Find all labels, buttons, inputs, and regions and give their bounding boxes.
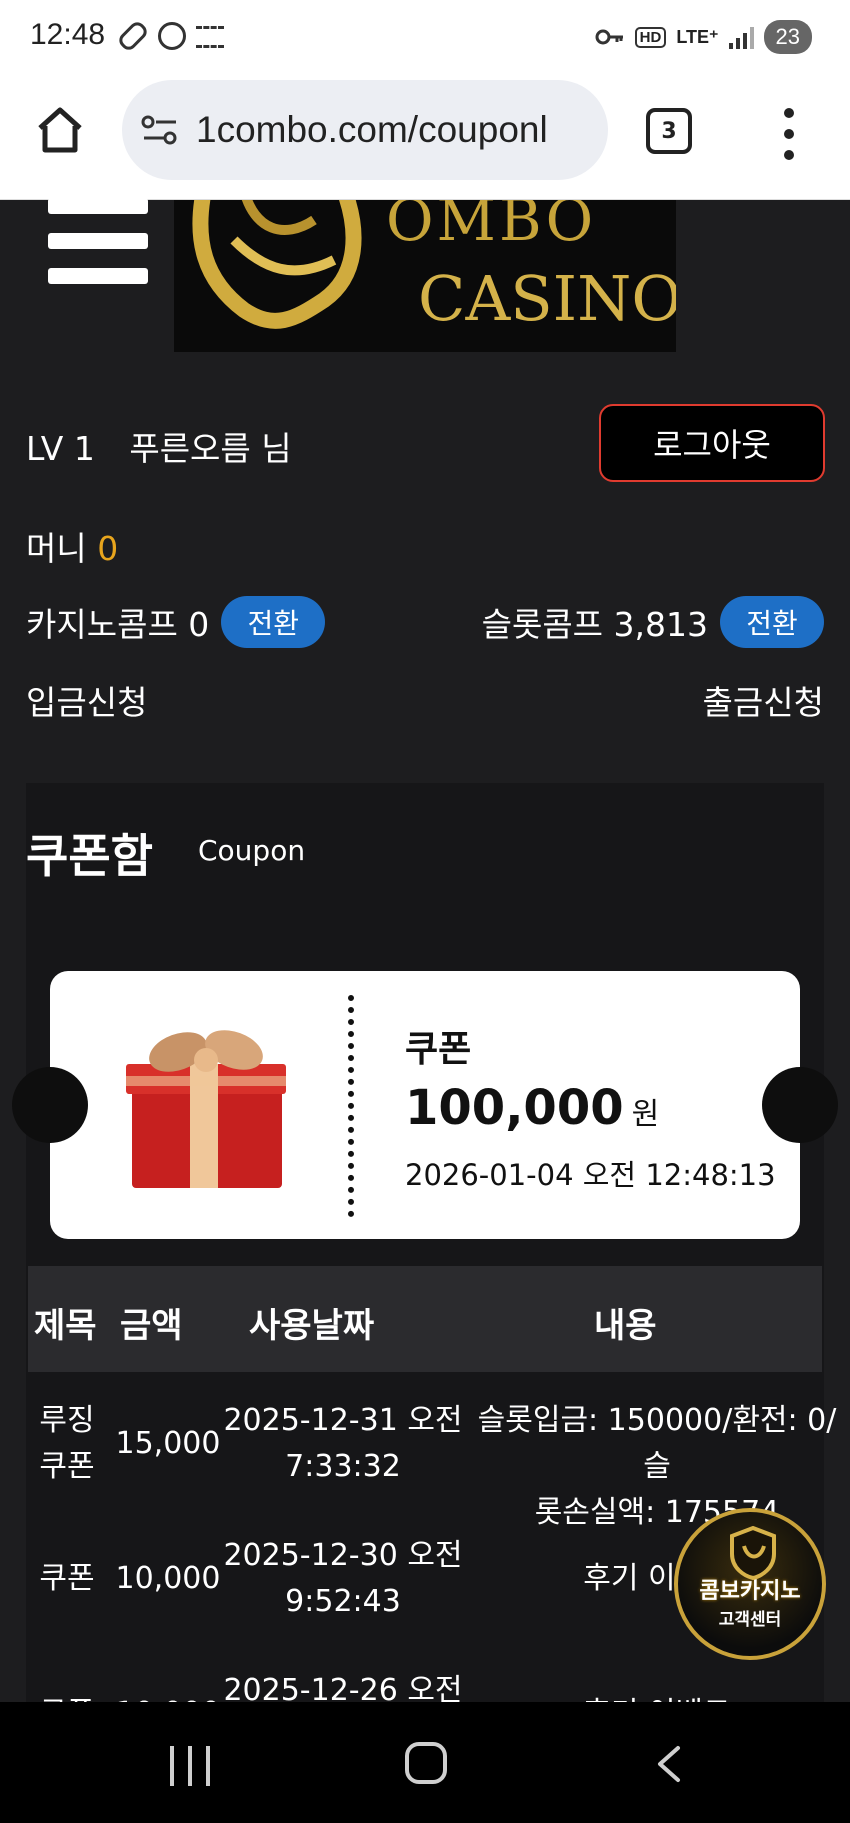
casino-comp-swap-button[interactable]: 전환 [221, 596, 326, 648]
signal-icon [728, 25, 754, 49]
level-text: LV 1 [26, 429, 95, 468]
browser-menu-icon[interactable] [780, 108, 798, 160]
ticket-amount-value: 100,000 [405, 1080, 624, 1136]
header-title: 제목 [34, 1306, 97, 1346]
url-text[interactable]: 1combo.com/couponl [196, 109, 586, 151]
row-date: 2025-12-31 오전 7:33:32 [202, 1398, 484, 1490]
nickname-text: 푸른오름 님 [129, 429, 292, 468]
row-date-line1: 2025-12-31 오전 [223, 1403, 463, 1438]
deposit-request-link[interactable]: 입금신청 [26, 676, 147, 724]
gift-box-icon [126, 1030, 286, 1188]
logout-button[interactable]: 로그아웃 [599, 404, 825, 482]
row-content-line1: 슬롯입금: 150000/환전: 0/슬 [477, 1403, 837, 1484]
header-amount: 금액 [120, 1306, 183, 1346]
ticket-amount: 100,000 원 [405, 1080, 659, 1136]
casino-comp-label: 카지노콤프 0 [26, 605, 210, 644]
table-header: 제목 금액 사용날짜 내용 [28, 1266, 822, 1372]
table-row: 루징 쿠폰 15,000 2025-12-31 오전 7:33:32 슬롯입금:… [28, 1398, 836, 1530]
url-bar[interactable]: 1combo.com/couponl [122, 80, 608, 180]
coupon-box-subtitle: Coupon [198, 834, 306, 867]
row-title: 쿠폰 [39, 1561, 95, 1596]
status-time: 12:48 [30, 18, 106, 51]
slot-comp: 슬롯콤프 3,813 전환 [482, 596, 824, 648]
money-label: 머니 [26, 529, 87, 568]
money-balance: 머니 0 [26, 522, 118, 570]
row-date: 2025-12-30 오전 9:52:43 [202, 1533, 484, 1625]
combo-casino-logo[interactable]: OMBO CASINO [174, 200, 676, 352]
ticket-amount-unit: 원 [631, 1097, 660, 1132]
slot-comp-label: 슬롯콤프 3,813 [481, 605, 708, 644]
home-icon[interactable] [34, 104, 86, 156]
withdraw-request-link[interactable]: 출금신청 [703, 676, 824, 724]
site-settings-icon[interactable] [140, 110, 180, 150]
shield-icon [730, 1526, 776, 1580]
money-value: 0 [97, 529, 119, 568]
ticket-notch-left [12, 1067, 88, 1143]
ticket-label: 쿠폰 [405, 1029, 472, 1070]
battery-icon: 23 [763, 20, 812, 54]
ticket-notch-right [762, 1067, 838, 1143]
row-date-line2: 7:33:32 [285, 1449, 401, 1484]
casino-comp: 카지노콤프 0 전환 [26, 596, 326, 648]
home-nav-icon[interactable] [405, 1742, 447, 1784]
key-icon [595, 29, 623, 45]
recents-icon[interactable] [170, 1746, 210, 1786]
customer-center-label: 고객센터 [718, 1610, 782, 1630]
header-date: 사용날짜 [249, 1306, 375, 1346]
logo-text-combo: OMBO [386, 200, 597, 254]
screen: 12:48 HD LTE⁺ 23 1combo.com/couponl 3 OM… [0, 0, 850, 1823]
back-icon[interactable] [650, 1744, 690, 1784]
ticket-date: 2026-01-04 오전 12:48:13 [405, 1158, 776, 1192]
row-title-line1: 루징 [39, 1403, 95, 1438]
row-title-line2: 쿠폰 [39, 1449, 95, 1484]
status-notification-icons [116, 19, 224, 53]
tab-switcher-button[interactable]: 3 [646, 108, 692, 154]
logo-text-casino: CASINO [418, 262, 676, 335]
system-navigation-bar [0, 1702, 850, 1823]
browser-toolbar: 1combo.com/couponl 3 [0, 72, 850, 200]
hamburger-menu-icon[interactable] [48, 198, 148, 284]
status-system-icons: HD LTE⁺ 23 [595, 20, 812, 54]
header-content: 내용 [594, 1306, 657, 1346]
weather-icon [196, 26, 224, 48]
customer-center-button[interactable]: 콤보카지노 고객센터 [674, 1508, 826, 1660]
status-bar: 12:48 HD LTE⁺ 23 [0, 0, 850, 72]
pill-icon [116, 19, 150, 53]
slot-comp-swap-button[interactable]: 전환 [720, 596, 824, 648]
logo-emblem [192, 200, 362, 329]
soccer-ball-icon [158, 22, 186, 50]
user-level: LV 1 푸른오름 님 [26, 422, 292, 470]
lte-icon: LTE⁺ [676, 26, 719, 47]
hd-icon: HD [634, 26, 667, 48]
row-content: 슬롯입금: 150000/환전: 0/슬 롯손실액: 175574 [472, 1398, 842, 1536]
row-date-line1: 2025-12-30 오전 [223, 1538, 463, 1573]
row-title: 루징 쿠폰 [28, 1398, 106, 1490]
coupon-box-title: 쿠폰함 [26, 829, 153, 883]
ticket-divider [348, 995, 354, 1217]
row-date-line2: 9:52:43 [285, 1584, 401, 1619]
